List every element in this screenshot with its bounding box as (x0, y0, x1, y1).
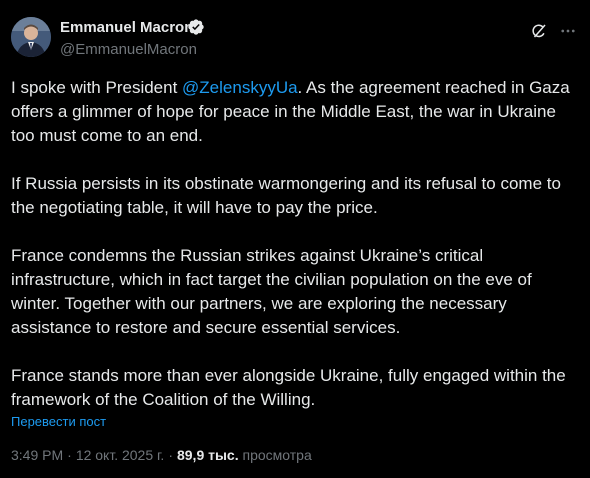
tweet-paragraph: I spoke with President @ZelenskyyUa. As … (11, 76, 581, 148)
tweet-date[interactable]: 12 окт. 2025 г. (76, 447, 165, 463)
tweet-time[interactable]: 3:49 PM (11, 447, 63, 463)
grok-icon[interactable] (530, 22, 548, 40)
meta-separator: · (168, 447, 173, 463)
tweet-body: I spoke with President @ZelenskyyUa. As … (11, 76, 581, 412)
views-count: 89,9 тыс. (176, 447, 239, 463)
tweet-card: Emmanuel Macron @EmmanuelMacron I spoke … (0, 0, 590, 478)
tweet-meta: 3:49 PM · 12 окт. 2025 г. · 89,9 тыс. просмо… (11, 447, 312, 463)
tweet-paragraph: France stands more than ever alongside U… (11, 366, 566, 409)
meta-separator: · (67, 447, 72, 463)
tweet-text: I spoke with President (11, 78, 183, 97)
translate-post-link[interactable]: Перевести пост (11, 414, 106, 429)
author-handle[interactable]: @EmmanuelMacron (60, 41, 197, 58)
tweet-paragraph: France condemns the Russian strikes agai… (11, 246, 532, 337)
tweet-paragraph: If Russia persists in its obstinate warm… (11, 174, 561, 217)
avatar[interactable] (11, 17, 51, 57)
verified-badge-icon (188, 19, 204, 35)
views-label: просмотра (242, 447, 312, 463)
more-options-icon[interactable] (559, 22, 577, 40)
author-name[interactable]: Emmanuel Macron (60, 19, 193, 36)
mention-link[interactable]: @ZelenskyyUa (182, 78, 298, 97)
